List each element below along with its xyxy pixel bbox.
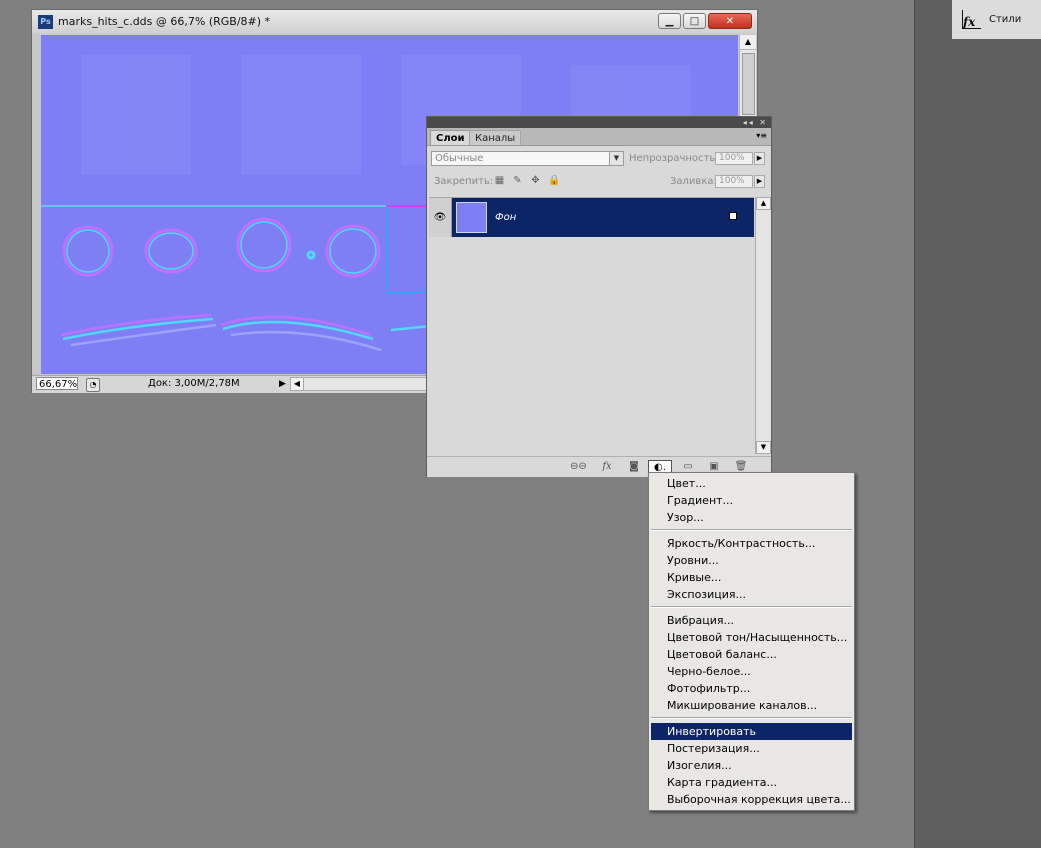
lock-label: Закрепить:	[434, 176, 494, 187]
tab-layers[interactable]: Слои	[430, 130, 471, 145]
lock-position-icon[interactable]: ✥	[530, 175, 541, 186]
menu-item-gradient[interactable]: Градиент...	[651, 492, 852, 509]
maximize-button[interactable]: □	[683, 13, 706, 29]
lock-row: Закрепить: ▦ ✎ ✥ 🔒 Заливка: 100% ▶	[427, 170, 771, 194]
layer-row-background[interactable]: 👁 Фон	[429, 198, 754, 237]
document-size-info: Док: 3,00M/2,78M	[148, 378, 240, 389]
document-titlebar[interactable]: Ps marks_hits_c.dds @ 66,7% (RGB/8#) * ▁…	[32, 10, 757, 34]
right-panel-dock: fx Стили	[914, 0, 1041, 848]
fill-field[interactable]: 100%	[715, 175, 753, 188]
visibility-eye-icon[interactable]: 👁	[429, 198, 452, 237]
minimize-button[interactable]: ▁	[658, 13, 681, 29]
panel-menu-icon[interactable]: ▾≡	[756, 131, 767, 140]
status-menu-arrow-icon[interactable]: ▶	[279, 379, 286, 389]
layer-lock-icon	[729, 212, 737, 220]
add-mask-icon[interactable]: ◙	[626, 460, 642, 474]
menu-item-selective-color[interactable]: Выборочная коррекция цвета...	[651, 791, 852, 808]
opacity-field[interactable]: 100%	[715, 152, 753, 165]
panel-tabs: Слои Каналы ▾≡	[427, 128, 771, 146]
close-button[interactable]: ✕	[708, 13, 752, 29]
zoom-level-field[interactable]: 66,67%	[36, 377, 78, 390]
menu-separator	[651, 606, 852, 608]
lock-pixels-icon[interactable]: ✎	[512, 175, 523, 186]
menu-separator	[651, 717, 852, 719]
menu-item-pattern[interactable]: Узор...	[651, 509, 852, 526]
minimize-icon: ▁	[665, 15, 674, 27]
chevron-down-icon[interactable]: ▼	[609, 152, 623, 165]
scroll-left-icon[interactable]: ◀	[291, 378, 304, 390]
blend-mode-value: Обычные	[435, 153, 484, 164]
layers-list: 👁 Фон	[429, 197, 754, 455]
menu-item-color-balance[interactable]: Цветовой баланс...	[651, 646, 852, 663]
close-icon: ✕	[725, 15, 735, 27]
opacity-label: Непрозрачность:	[629, 153, 719, 164]
menu-item-hue-saturation[interactable]: Цветовой тон/Насыщенность...	[651, 629, 852, 646]
lock-transparency-icon[interactable]: ▦	[494, 175, 505, 186]
menu-item-levels[interactable]: Уровни...	[651, 552, 852, 569]
maximize-icon: □	[689, 15, 700, 27]
fill-arrow-icon[interactable]: ▶	[754, 175, 765, 188]
blend-row: Обычные ▼ Непрозрачность: 100% ▶	[427, 146, 771, 170]
layers-scrollbar[interactable]: ▲ ▼	[755, 197, 771, 454]
scroll-up-icon[interactable]: ▲	[740, 35, 756, 50]
opacity-arrow-icon[interactable]: ▶	[754, 152, 765, 165]
photoshop-logo-icon: Ps	[38, 15, 53, 29]
lock-all-icon[interactable]: 🔒	[548, 175, 560, 186]
menu-item-threshold[interactable]: Изогелия...	[651, 757, 852, 774]
menu-item-brightness-contrast[interactable]: Яркость/Контрастность...	[651, 535, 852, 552]
scroll-thumb[interactable]	[742, 53, 755, 115]
menu-item-posterize[interactable]: Постеризация...	[651, 740, 852, 757]
navigator-icon[interactable]: ◔	[86, 378, 100, 392]
adjustment-layer-menu: Цвет... Градиент... Узор... Яркость/Конт…	[648, 472, 855, 811]
document-title: marks_hits_c.dds @ 66,7% (RGB/8#) *	[58, 15, 271, 28]
styles-panel-button[interactable]: fx Стили	[952, 0, 1041, 39]
layer-name: Фон	[495, 212, 517, 223]
scroll-down-icon[interactable]: ▼	[756, 441, 771, 454]
menu-item-photo-filter[interactable]: Фотофильтр...	[651, 680, 852, 697]
fill-label: Заливка:	[670, 176, 717, 187]
menu-item-black-white[interactable]: Черно-белое...	[651, 663, 852, 680]
menu-item-invert[interactable]: Инвертировать	[651, 723, 852, 740]
layer-style-fx-icon[interactable]: fx	[599, 460, 615, 474]
menu-separator	[651, 529, 852, 531]
collapse-close-icon[interactable]: ◂◂ ✕	[743, 117, 768, 128]
layers-panel: ◂◂ ✕ Слои Каналы ▾≡ Обычные ▼ Непрозрачн…	[426, 116, 772, 477]
menu-item-color[interactable]: Цвет...	[651, 475, 852, 492]
layer-thumbnail	[456, 202, 487, 233]
panel-header[interactable]: ◂◂ ✕	[427, 117, 771, 128]
menu-item-channel-mixer[interactable]: Микширование каналов...	[651, 697, 852, 714]
fx-icon: fx	[962, 10, 981, 29]
menu-item-vibrance[interactable]: Вибрация...	[651, 612, 852, 629]
link-layers-icon[interactable]: ⊖⊖	[570, 460, 587, 474]
scroll-up-icon[interactable]: ▲	[756, 197, 771, 210]
tab-channels[interactable]: Каналы	[469, 130, 522, 145]
menu-item-exposure[interactable]: Экспозиция...	[651, 586, 852, 603]
blend-mode-select[interactable]: Обычные ▼	[431, 151, 624, 166]
menu-item-curves[interactable]: Кривые...	[651, 569, 852, 586]
styles-label: Стили	[989, 14, 1022, 25]
menu-item-gradient-map[interactable]: Карта градиента...	[651, 774, 852, 791]
